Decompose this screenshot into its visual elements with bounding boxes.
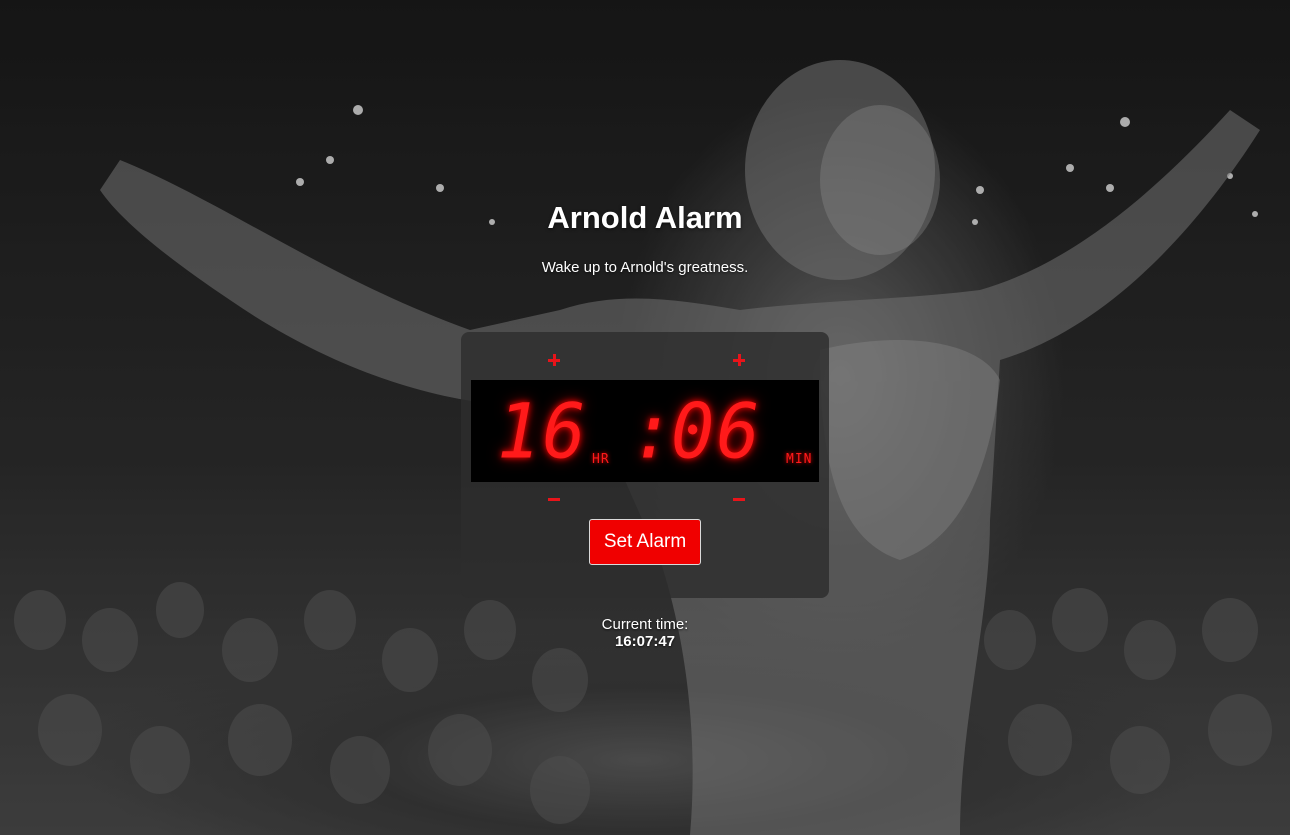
page-subtitle: Wake up to Arnold's greatness. [541, 259, 749, 276]
minus-icon [733, 498, 745, 501]
minus-icon [548, 498, 560, 501]
alarm-minutes: 06 [671, 386, 762, 476]
minutes-unit-label: MIN [786, 452, 813, 467]
time-separator: : [631, 386, 677, 476]
page-title: Arnold Alarm [547, 200, 743, 235]
plus-icon-vertical [738, 354, 741, 366]
plus-icon-vertical [553, 354, 556, 366]
set-alarm-button[interactable]: Set Alarm [589, 519, 701, 565]
hour-increment-button[interactable] [545, 351, 565, 371]
minute-decrement-button[interactable] [730, 490, 750, 510]
alarm-panel: 16 HR : 06 MIN Set Alarm [461, 332, 829, 598]
alarm-time-display: 16 HR : 06 MIN [471, 380, 819, 482]
hour-decrement-button[interactable] [545, 490, 565, 510]
app-root: Arnold Alarm Wake up to Arnold's greatne… [0, 0, 1290, 835]
current-time: Current time: 16:07:47 [0, 616, 1290, 650]
alarm-hours: 16 [497, 386, 588, 476]
hours-unit-label: HR [592, 452, 610, 467]
current-time-value: 16:07:47 [614, 633, 676, 650]
minute-increment-button[interactable] [730, 351, 750, 371]
current-time-label: Current time: [601, 616, 689, 633]
